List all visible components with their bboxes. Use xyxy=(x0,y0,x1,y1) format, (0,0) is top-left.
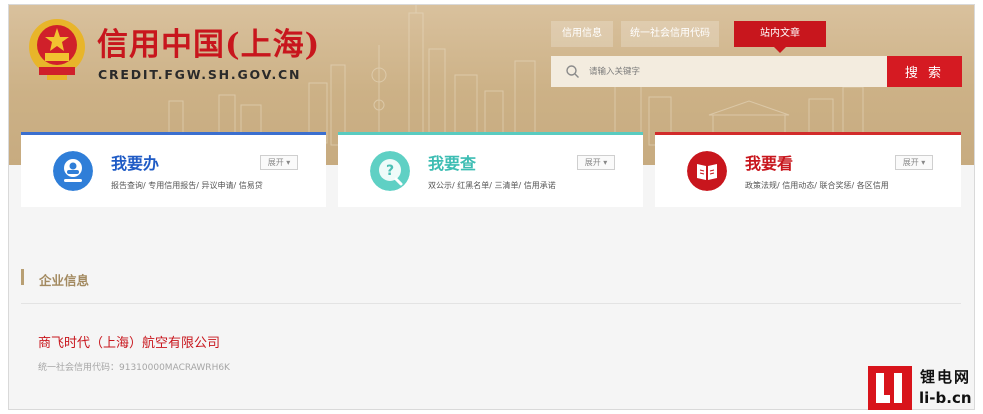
open-book-icon xyxy=(687,151,727,191)
watermark-cn-text: 锂电网 xyxy=(920,368,972,386)
tab-unified-credit-code[interactable]: 统一社会信用代码 xyxy=(621,21,719,47)
card-links[interactable]: 政策法规/ 信用动态/ 联合奖惩/ 各区信用 xyxy=(745,180,889,191)
search-input[interactable] xyxy=(589,60,879,83)
card-title: 我要查 xyxy=(428,154,477,173)
card-title: 我要看 xyxy=(745,154,794,173)
site-title: 信用中国(上海) xyxy=(97,27,321,63)
card-i-want-to-do[interactable]: 我要办 报告查询/ 专用信用报告/ 异议申请/ 信易贷 展开 ▾ xyxy=(21,132,326,207)
site-domain: CREDIT.FGW.SH.GOV.CN xyxy=(98,67,302,82)
section-title: 企业信息 xyxy=(39,273,90,288)
question-mark-icon: ? xyxy=(370,151,410,191)
company-credit-code: 统一社会信用代码：91310000MACRAWRH6K xyxy=(38,363,230,373)
card-links[interactable]: 报告查询/ 专用信用报告/ 异议申请/ 信易贷 xyxy=(111,180,263,191)
card-links[interactable]: 双公示/ 红黑名单/ 三清单/ 信用承诺 xyxy=(428,180,556,191)
tab-credit-info[interactable]: 信用信息 xyxy=(551,21,613,47)
watermark-logo xyxy=(868,366,912,410)
national-emblem-icon xyxy=(29,19,85,80)
section-divider xyxy=(21,303,961,304)
expand-toggle[interactable]: 展开 ▾ xyxy=(577,155,615,170)
card-title: 我要办 xyxy=(111,154,160,173)
svg-text:?: ? xyxy=(386,163,394,179)
watermark-li-glyph xyxy=(876,373,902,403)
section-accent-bar xyxy=(21,269,24,285)
expand-toggle[interactable]: 展开 ▾ xyxy=(895,155,933,170)
search-box xyxy=(551,56,887,87)
search-button[interactable]: 搜 索 xyxy=(887,56,962,87)
person-badge-icon xyxy=(53,151,93,191)
search-icon xyxy=(566,65,579,78)
watermark-url: li-b.cn xyxy=(919,389,972,407)
card-i-want-to-see[interactable]: 我要看 政策法规/ 信用动态/ 联合奖惩/ 各区信用 展开 ▾ xyxy=(655,132,961,207)
expand-toggle[interactable]: 展开 ▾ xyxy=(260,155,298,170)
page-frame: 信用中国(上海) CREDIT.FGW.SH.GOV.CN 信用信息 统一社会信… xyxy=(8,4,975,410)
card-i-want-to-check[interactable]: ? 我要查 双公示/ 红黑名单/ 三清单/ 信用承诺 展开 ▾ xyxy=(338,132,643,207)
company-name-link[interactable]: 商飞时代（上海）航空有限公司 xyxy=(38,332,220,351)
tab-site-articles[interactable]: 站内文章 xyxy=(734,21,826,53)
